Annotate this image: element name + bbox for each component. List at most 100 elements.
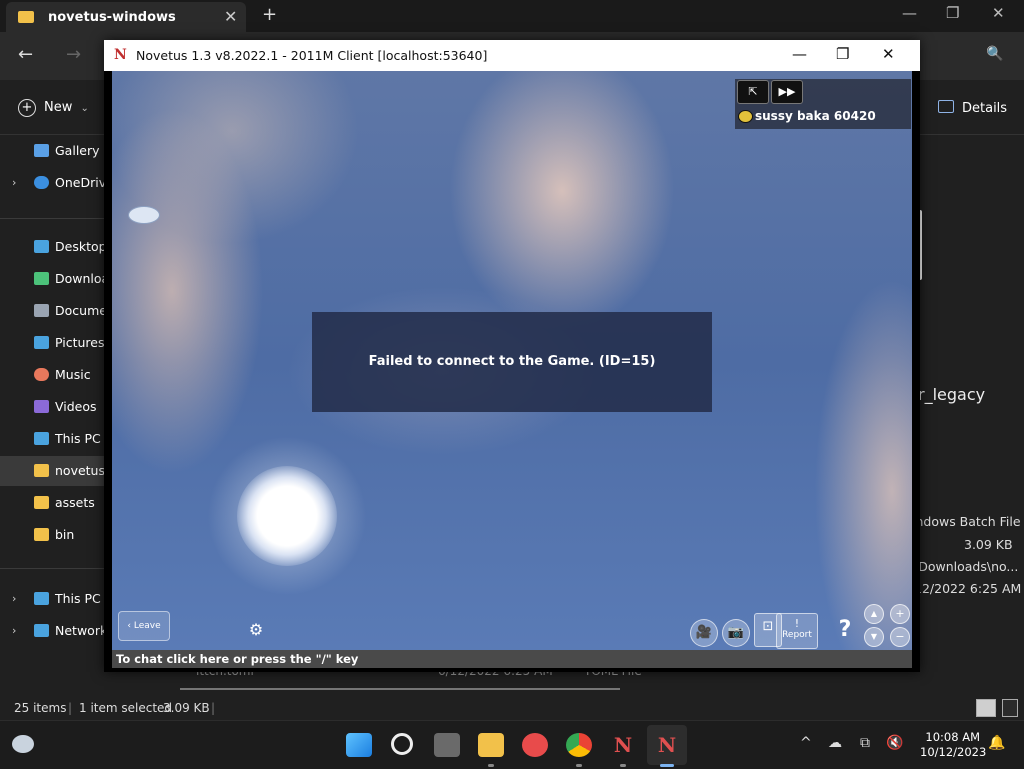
chrome-icon[interactable] <box>566 733 592 757</box>
display-icon[interactable]: ⧉ <box>860 735 870 751</box>
novetus-launcher-icon[interactable]: N <box>610 733 636 757</box>
sidebar-item-videos[interactable]: Videos <box>0 392 112 422</box>
cloud-icon <box>34 176 49 189</box>
sidebar-item-documents[interactable]: Documents <box>0 296 112 326</box>
file-explorer-icon[interactable] <box>478 733 504 757</box>
maximize-button[interactable]: ❐ <box>836 45 849 63</box>
sidebar-item-assets[interactable]: assets <box>0 488 112 518</box>
toggle-fullscreen-icon[interactable]: ⇱ <box>737 80 769 104</box>
new-tab-button[interactable]: + <box>262 4 277 25</box>
novetus-client-icon[interactable]: N <box>654 733 680 757</box>
window-title: Novetus 1.3 v8.2022.1 - 2011M Client [lo… <box>136 48 488 63</box>
details-file-size: 3.09 KB <box>964 537 1013 552</box>
running-indicator <box>620 764 626 767</box>
selection-size: 3.09 KB <box>163 701 210 715</box>
minimize-button[interactable]: — <box>902 4 917 22</box>
sidebar-item-this-pc[interactable]: This PC <box>0 424 112 454</box>
minimize-button[interactable]: — <box>792 45 807 63</box>
zoom-in-icon[interactable]: + <box>890 604 910 624</box>
chevron-right-icon[interactable]: › <box>12 616 16 646</box>
error-dialog: Failed to connect to the Game. (ID=15) <box>312 312 712 412</box>
player-membership-icon <box>738 110 753 123</box>
sidebar-item-novetus-windows[interactable]: novetus-windows <box>0 456 112 486</box>
details-file-date: 12/2022 6:25 AM <box>914 581 1022 596</box>
folder-icon <box>18 11 34 23</box>
settings-gear-icon[interactable]: ⚙ <box>242 616 270 644</box>
close-button[interactable]: ✕ <box>992 4 1005 22</box>
chevron-down-icon: ⌄ <box>80 103 89 114</box>
new-label: New <box>44 100 73 115</box>
explorer-tab[interactable]: novetus-windows ✕ <box>6 2 246 32</box>
start-windows-icon[interactable] <box>346 733 372 757</box>
sun <box>237 466 337 566</box>
player-name[interactable]: sussy baka 60420 <box>755 109 876 123</box>
taskbar: N N ^ ☁ ⧉ 🔇 10:08 AM 10/12/2023 🔔 <box>0 720 1024 769</box>
error-message: Failed to connect to the Game. (ID=15) <box>368 354 656 369</box>
status-bar: 25 items | 1 item selected 3.09 KB | <box>0 696 1024 720</box>
report-alert-icon: ! <box>794 617 800 630</box>
expand-player-list-icon[interactable]: ▶▶ <box>771 80 803 104</box>
zoom-out-icon[interactable]: − <box>890 627 910 647</box>
screenshot-camera-icon[interactable]: 📷 <box>722 619 750 647</box>
details-button[interactable]: Details <box>938 100 1007 116</box>
gallery-icon <box>34 144 49 157</box>
folder-icon <box>34 496 49 509</box>
task-view-icon[interactable] <box>434 733 460 757</box>
search-icon[interactable]: 🔍 <box>986 46 1003 62</box>
folder-icon <box>34 528 49 541</box>
sidebar-item-pictures[interactable]: Pictures <box>0 328 112 358</box>
clock-time: 10:08 AM <box>925 730 980 744</box>
camera-down-icon[interactable]: ▼ <box>864 627 884 647</box>
close-button[interactable]: ✕ <box>882 45 895 63</box>
player-list: ⇱ ▶▶ sussy baka 60420 <box>735 79 911 129</box>
sidebar-item-downloads[interactable]: Downloads <box>0 264 112 294</box>
clock-date: 10/12/2023 <box>920 745 987 759</box>
sidebar-item-bin[interactable]: bin <box>0 520 112 550</box>
forward-arrow-icon[interactable]: → <box>66 44 81 65</box>
chat-bar[interactable]: To chat click here or press the "/" key <box>112 650 912 668</box>
notification-bell-icon[interactable]: 🔔 <box>988 735 1005 751</box>
back-arrow-icon[interactable]: ← <box>18 44 33 65</box>
help-button[interactable]: ? <box>830 613 860 647</box>
chevron-left-icon: ‹ <box>127 621 131 631</box>
sidebar-item-onedrive[interactable]: › OneDrive <box>0 168 112 198</box>
report-button[interactable]: ! Report <box>776 613 818 649</box>
desktop-icon <box>34 240 49 253</box>
volume-muted-icon[interactable]: 🔇 <box>886 735 903 751</box>
view-toggle <box>976 699 1018 721</box>
sidebar-item-network[interactable]: › Network <box>0 616 112 646</box>
pc-icon <box>34 592 49 605</box>
clock[interactable]: 10:08 AM 10/12/2023 <box>920 730 987 760</box>
chat-bubble-icon[interactable] <box>128 206 160 224</box>
maximize-button[interactable]: ❐ <box>946 4 959 22</box>
details-view-button[interactable] <box>976 699 996 717</box>
sidebar-item-desktop[interactable]: Desktop <box>0 232 112 262</box>
running-indicator <box>488 764 494 767</box>
app-icon[interactable] <box>522 733 548 757</box>
search-icon[interactable] <box>391 733 413 755</box>
sidebar-item-gallery[interactable]: Gallery <box>0 136 112 166</box>
show-hidden-icons-icon[interactable]: ^ <box>800 735 812 751</box>
leave-button[interactable]: ‹ Leave <box>118 611 170 641</box>
chevron-right-icon[interactable]: › <box>12 584 16 614</box>
sidebar-item-music[interactable]: Music <box>0 360 112 390</box>
network-icon <box>34 624 49 637</box>
onedrive-icon[interactable]: ☁ <box>828 735 842 751</box>
camera-up-icon[interactable]: ▲ <box>864 604 884 624</box>
sidebar-item-this-pc-root[interactable]: › This PC <box>0 584 112 614</box>
new-button[interactable]: + New ⌄ <box>18 99 89 117</box>
pictures-icon <box>34 336 49 349</box>
camera-mode-icon[interactable]: 🎥 <box>690 619 718 647</box>
videos-icon <box>34 400 49 413</box>
tiles-view-button[interactable] <box>1002 699 1018 717</box>
chevron-right-icon[interactable]: › <box>12 168 16 198</box>
tab-close-icon[interactable]: ✕ <box>224 7 237 26</box>
game-viewport[interactable]: ⇱ ▶▶ sussy baka 60420 Failed to connect … <box>112 71 912 650</box>
details-file-name: r_legacy <box>918 385 986 404</box>
document-icon <box>34 304 49 317</box>
novetus-logo-icon: N <box>114 47 127 63</box>
horizontal-scrollbar[interactable] <box>180 688 620 690</box>
selection-count: 1 item selected <box>79 701 173 715</box>
weather-icon[interactable] <box>12 735 34 753</box>
plus-icon: + <box>18 99 36 117</box>
